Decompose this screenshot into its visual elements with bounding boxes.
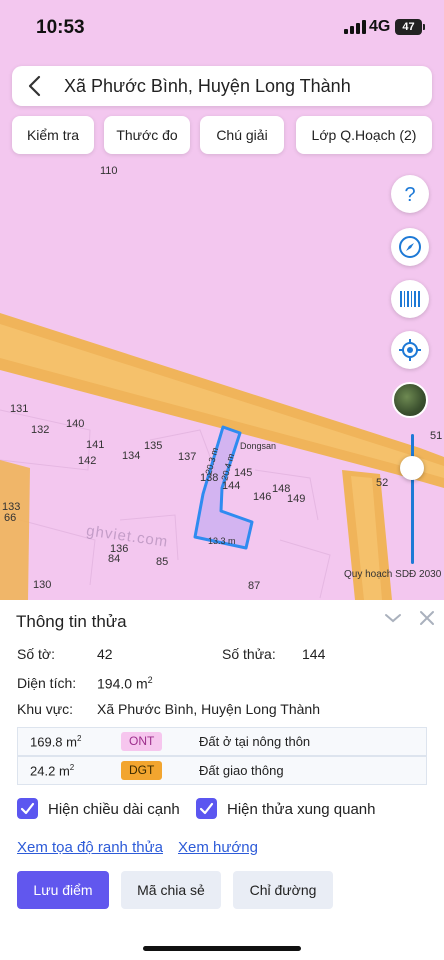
save-point-button[interactable]: Lưu điểm	[17, 871, 109, 909]
land-use-description: Đất ở tại nông thôn	[199, 734, 311, 749]
show-edge-length-label[interactable]: Hiện chiều dài cạnh	[48, 801, 180, 818]
barcode-icon	[400, 291, 420, 307]
parcel-number: 149	[287, 493, 306, 505]
region-label: Khu vực:	[17, 701, 74, 717]
layer-caption: Quy hoạch SDĐ 2030	[344, 569, 442, 580]
parcel-number: 144	[222, 480, 241, 492]
measure-button[interactable]: Thước đo	[104, 116, 190, 154]
show-edge-length-checkbox[interactable]	[17, 798, 38, 819]
land-use-area: 169.8 m2	[30, 734, 82, 750]
land-use-row: 24.2 m2 DGT Đất giao thông	[17, 756, 427, 785]
opacity-slider-thumb[interactable]	[400, 456, 424, 480]
parcel-number: 141	[86, 439, 105, 451]
view-coordinates-link[interactable]: Xem tọa độ ranh thửa	[17, 839, 163, 856]
parcel-number-value: 144	[302, 646, 326, 662]
chevron-left-icon[interactable]	[24, 74, 48, 98]
sheet-number-value: 42	[97, 646, 113, 662]
parcel-number: 131	[10, 403, 29, 415]
parcel-number-label: Số thửa:	[222, 646, 276, 662]
directions-button[interactable]: Chỉ đường	[233, 871, 333, 909]
location-header: Xã Phước Bình, Huyện Long Thành	[12, 66, 432, 106]
chevron-down-icon[interactable]	[383, 608, 403, 628]
sheet-number-label: Số tờ:	[17, 646, 55, 662]
locate-button[interactable]	[391, 331, 429, 369]
help-icon: ?	[404, 184, 415, 206]
svg-text:?: ?	[404, 184, 415, 206]
edge-length-label: 13.3 m	[208, 536, 236, 546]
parcel-number: 140	[66, 418, 85, 430]
show-neighbors-checkbox[interactable]	[196, 798, 217, 819]
parcel-number: 110	[100, 165, 118, 177]
check-button[interactable]: Kiểm tra	[12, 116, 94, 154]
parcel-number: 87	[248, 580, 261, 592]
sheet-title: Thông tin thửa	[16, 612, 127, 631]
land-use-code-badge: ONT	[121, 732, 163, 751]
signal-icon	[344, 20, 366, 34]
show-neighbors-label[interactable]: Hiện thửa xung quanh	[227, 801, 375, 818]
area-value: 194.0 m2	[97, 675, 153, 692]
area-label: Diện tích:	[17, 675, 77, 691]
close-icon[interactable]	[417, 608, 437, 628]
clock: 10:53	[36, 17, 85, 38]
home-indicator	[143, 946, 301, 951]
parcel-number: 137	[178, 451, 197, 463]
status-bar: 10:53 4G 47	[0, 0, 444, 56]
land-use-area: 24.2 m2	[30, 763, 75, 779]
land-use-description: Đất giao thông	[199, 763, 284, 778]
map-label: Dongsan	[240, 441, 277, 451]
network-type: 4G	[369, 18, 391, 35]
parcel-number: 142	[78, 455, 97, 467]
locate-icon	[399, 339, 421, 361]
land-use-code-badge: DGT	[121, 761, 163, 780]
region-value: Xã Phước Bình, Huyện Long Thành	[97, 701, 320, 717]
opacity-slider-track[interactable]	[411, 434, 414, 564]
compass-button[interactable]	[391, 228, 429, 266]
compass-icon	[399, 236, 421, 258]
parcel-number: 135	[144, 440, 163, 452]
parcel-number: 130	[33, 579, 52, 591]
checkmark-icon	[20, 802, 35, 815]
parcel-number: 52	[376, 477, 389, 489]
location-title: Xã Phước Bình, Huyện Long Thành	[64, 76, 351, 96]
planning-layers-button[interactable]: Lớp Q.Hoạch (2)	[296, 116, 432, 154]
satellite-layer-thumbnail[interactable]	[392, 382, 428, 418]
help-button[interactable]: ?	[391, 175, 429, 213]
parcel-number: 85	[156, 556, 169, 568]
parcel-number: 66	[4, 512, 17, 524]
parcel-number: 145	[234, 467, 253, 479]
parcel-number: 51	[430, 430, 443, 442]
parcel-number: 134	[122, 450, 141, 462]
barcode-button[interactable]	[391, 280, 429, 318]
view-direction-link[interactable]: Xem hướng	[178, 839, 258, 856]
land-use-row: 169.8 m2 ONT Đất ở tại nông thôn	[17, 727, 427, 756]
parcel-number: 132	[31, 424, 50, 436]
parcel-number: 146	[253, 491, 272, 503]
checkmark-icon	[199, 802, 214, 815]
share-code-button[interactable]: Mã chia sẻ	[121, 871, 221, 909]
parcel-number: 84	[108, 553, 121, 565]
legend-button[interactable]: Chú giải	[200, 116, 284, 154]
battery-icon: 47	[395, 19, 425, 35]
